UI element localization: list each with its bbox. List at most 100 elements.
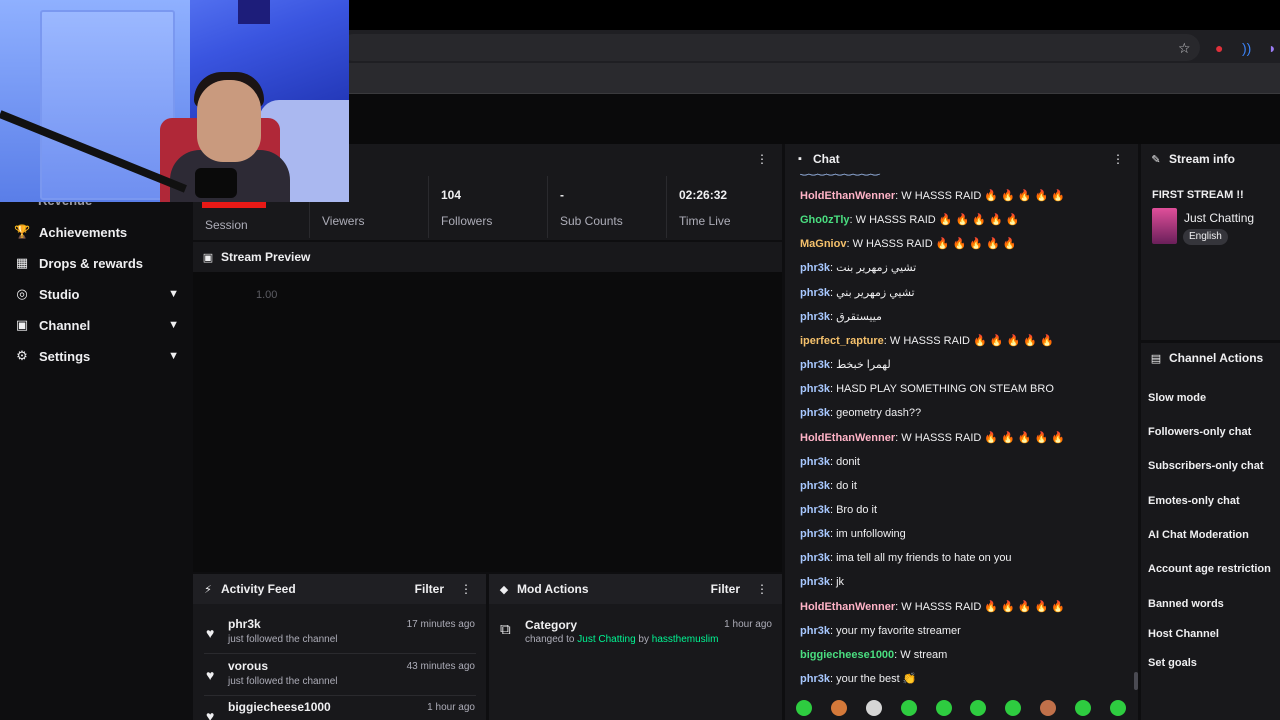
activity-username[interactable]: phr3k — [228, 617, 261, 631]
emote-icon[interactable] — [900, 700, 917, 716]
chat-username[interactable]: HoldEthanWenner — [800, 432, 895, 444]
chat-username[interactable]: biggiecheese1000 — [800, 649, 894, 661]
trophy-icon: 🏆 — [14, 224, 31, 239]
activity-item[interactable]: ♥ biggiecheese1000 1 hour ago — [202, 700, 477, 720]
channel-action-followers-only-chat[interactable]: Followers-only chat — [1148, 426, 1251, 438]
chat-username[interactable]: phr3k — [800, 407, 830, 419]
chat-username[interactable]: phr3k — [800, 552, 830, 564]
chat-username[interactable]: HoldEthanWenner — [800, 601, 895, 613]
stat-label: Time Live — [679, 214, 731, 228]
chat-username[interactable]: phr3k — [800, 311, 830, 323]
stat-label: Sub Counts — [560, 214, 623, 228]
channel-action-set-goals[interactable]: Set goals — [1148, 657, 1197, 669]
chat-username[interactable]: phr3k — [800, 528, 830, 540]
emote-icon[interactable] — [1075, 700, 1091, 716]
sidebar-item-achievements[interactable]: 🏆 Achievements — [14, 222, 179, 242]
chat-username[interactable]: phr3k — [800, 480, 830, 492]
lightning-icon: ⚡ — [204, 583, 212, 596]
sidebar-item-channel[interactable]: ▣ Channel ▼ — [14, 315, 179, 335]
chat-username[interactable]: phr3k — [800, 359, 830, 371]
sidebar-item-drops-rewards[interactable]: ▦ Drops & rewards — [14, 253, 179, 273]
extension-record-icon[interactable]: ● — [1215, 40, 1223, 56]
channel-actions-icon: ▤ — [1150, 352, 1162, 365]
chat-message: phr3k: HASD PLAY SOMETHING ON STEAM BRO — [800, 382, 1054, 396]
heart-icon: ♥ — [206, 625, 215, 641]
chat-username[interactable]: phr3k — [800, 287, 830, 299]
bookmark-star-icon[interactable]: ☆ — [1178, 40, 1191, 56]
chat-username[interactable]: iperfect_rapture — [800, 335, 884, 347]
chat-message: HoldEthanWenner: W HASSS RAID 🔥 🔥 🔥 🔥 🔥 — [800, 600, 1065, 614]
chat-username[interactable]: Gho0zTly — [800, 214, 850, 226]
webcam-overlay — [0, 0, 349, 202]
sidebar-item-settings[interactable]: ⚙ Settings ▼ — [14, 346, 179, 366]
channel-action-host-channel[interactable]: Host Channel — [1148, 628, 1219, 640]
emote-icon[interactable] — [865, 700, 882, 716]
mod-action-user[interactable]: hassthemuslim — [652, 634, 719, 645]
chat-username[interactable]: phr3k — [800, 262, 830, 274]
channel-action-banned-words[interactable]: Banned words — [1148, 598, 1224, 610]
channel-actions-header: ▤ Channel Actions — [1141, 343, 1280, 373]
chat-username[interactable]: phr3k — [800, 625, 830, 637]
stat-time-live: 02:26:32 Time Live — [667, 176, 782, 238]
chevron-down-icon[interactable]: ▼ — [168, 319, 179, 331]
activity-action: just followed the channel — [228, 634, 338, 645]
activity-more-icon[interactable]: ⋮ — [460, 582, 472, 596]
heart-icon: ♥ — [206, 667, 215, 683]
channel-action-slow-mode[interactable]: Slow mode — [1148, 392, 1206, 404]
studio-icon: ◎ — [16, 286, 28, 301]
chat-text: : تشيي زمهرير بنت — [829, 262, 917, 275]
chat-text: : مييستقرق — [829, 310, 882, 323]
chat-message: MaGniov: W HASSS RAID 🔥 🔥 🔥 🔥 🔥 — [800, 237, 1016, 251]
channel-action-ai-chat-moderation[interactable]: AI Chat Moderation — [1148, 529, 1249, 541]
mod-action-category[interactable]: Just Chatting — [577, 634, 635, 645]
stats-more-icon[interactable]: ⋮ — [756, 152, 768, 166]
chat-username[interactable]: phr3k — [800, 576, 830, 588]
stream-title: FIRST STREAM !! — [1152, 189, 1244, 201]
activity-item[interactable]: ♥ vorous just followed the channel 43 minut… — [202, 659, 477, 699]
extension-puzzle-icon[interactable]: ◗ — [1268, 40, 1276, 56]
chat-username[interactable]: phr3k — [800, 383, 830, 395]
mod-action-time: 1 hour ago — [724, 619, 772, 630]
address-bar[interactable] — [340, 34, 1200, 61]
emote-icon[interactable] — [935, 700, 952, 716]
chat-scrollbar[interactable] — [1134, 672, 1138, 690]
chat-username[interactable]: HoldEthanWenner — [800, 190, 895, 202]
preview-zoom-label: 1.00 — [256, 289, 278, 301]
stat-label: Viewers — [322, 214, 365, 228]
chevron-down-icon[interactable]: ▼ — [168, 350, 179, 362]
chevron-down-icon[interactable]: ▼ — [168, 288, 179, 300]
chat-text: : W HASSS RAID 🔥 🔥 🔥 🔥 🔥 — [883, 334, 1054, 347]
language-tag[interactable]: English — [1183, 229, 1228, 245]
chat-more-icon[interactable]: ⋮ — [1112, 152, 1124, 166]
emote-icon[interactable] — [1005, 700, 1022, 716]
emote-icon[interactable] — [830, 700, 847, 716]
chat-username[interactable]: phr3k — [800, 673, 830, 685]
chat-text: : im unfollowing — [829, 528, 906, 541]
activity-item[interactable]: ♥ phr3k just followed the channel 17 minute… — [202, 617, 477, 657]
mod-more-icon[interactable]: ⋮ — [756, 582, 768, 596]
activity-username[interactable]: vorous — [228, 659, 268, 673]
chat-text: : your my favorite streamer — [829, 624, 961, 637]
sidebar-item-studio[interactable]: ◎ Studio ▼ — [14, 284, 179, 304]
emote-icon[interactable] — [1109, 700, 1126, 716]
stream-category[interactable]: Just Chatting — [1184, 211, 1254, 225]
emote-icon[interactable] — [970, 700, 987, 716]
chat-message: phr3k: مييستقرق — [800, 310, 882, 324]
channel-action-emotes-only-chat[interactable]: Emotes-only chat — [1148, 495, 1240, 507]
channel-action-account-age-restriction[interactable]: Account age restriction — [1148, 563, 1271, 575]
chat-username[interactable]: MaGniov — [800, 238, 846, 250]
emote-icon[interactable] — [796, 700, 812, 716]
chat-username[interactable]: phr3k — [800, 456, 830, 468]
stat-value: 104 — [441, 188, 462, 202]
mod-filter-button[interactable]: Filter — [711, 582, 740, 596]
mod-action-description: changed to Just Chatting by hassthemusli… — [525, 634, 719, 645]
activity-username[interactable]: biggiecheese1000 — [228, 700, 331, 714]
chat-text: : jk — [829, 576, 845, 589]
chat-text: : Bro do it — [829, 503, 878, 516]
extension-audio-icon[interactable]: )) — [1242, 40, 1251, 56]
channel-action-subscribers-only-chat[interactable]: Subscribers-only chat — [1148, 460, 1264, 472]
emote-icon[interactable] — [1040, 700, 1057, 716]
activity-filter-button[interactable]: Filter — [415, 582, 444, 596]
activity-divider — [204, 695, 476, 696]
chat-username[interactable]: phr3k — [800, 504, 830, 516]
